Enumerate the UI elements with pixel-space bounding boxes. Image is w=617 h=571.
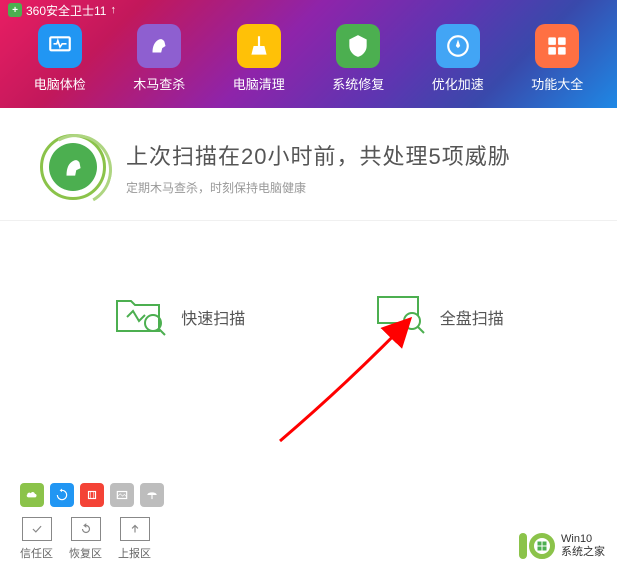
nav-label: 功能大全	[531, 74, 583, 93]
scan-label: 快速扫描	[181, 305, 245, 329]
watermark: Win10 系统之家	[519, 533, 605, 559]
report-zone-button[interactable]: 上报区	[118, 517, 151, 561]
watermark-line2: 系统之家	[561, 546, 605, 559]
nav-optimize[interactable]: 优化加速	[424, 24, 492, 93]
zone-row: 信任区 恢复区 上报区	[20, 517, 164, 561]
nav-label: 电脑清理	[233, 74, 285, 93]
nav-label: 电脑体检	[34, 74, 86, 93]
status-text-block: 上次扫描在20小时前，共处理5项威胁 定期木马查杀，时刻保持电脑健康	[126, 139, 597, 196]
status-title: 上次扫描在20小时前，共处理5项威胁	[126, 139, 597, 171]
nav-label: 木马查杀	[133, 74, 185, 93]
status-panel: 上次扫描在20小时前，共处理5项威胁 定期木马查杀，时刻保持电脑健康	[0, 108, 617, 221]
umbrella-icon[interactable]	[140, 483, 164, 507]
check-box-icon	[22, 517, 52, 541]
monitor-scan-icon	[372, 291, 428, 342]
watermark-line1: Win10	[561, 533, 605, 546]
restore-box-icon	[71, 517, 101, 541]
bottom-bar: 信任区 恢复区 上报区	[20, 483, 164, 561]
refresh-icon[interactable]	[50, 483, 74, 507]
nav-label: 优化加速	[432, 74, 484, 93]
full-scan-button[interactable]: 全盘扫描	[372, 291, 504, 342]
nav-tabs: 电脑体检 木马查杀 电脑清理 系统修复 优化加速	[0, 20, 617, 93]
monitor-icon	[38, 24, 82, 68]
header: + 360安全卫士11 ↑ 电脑体检 木马查杀 电脑清理 系统修复	[0, 0, 617, 108]
folder-scan-icon	[113, 291, 169, 342]
compress-icon[interactable]	[80, 483, 104, 507]
trust-zone-button[interactable]: 信任区	[20, 517, 53, 561]
restore-zone-button[interactable]: 恢复区	[69, 517, 102, 561]
app-logo-icon: +	[8, 3, 22, 17]
cloud-icon[interactable]	[20, 483, 44, 507]
grid-icon	[535, 24, 579, 68]
nav-cleanup[interactable]: 电脑清理	[225, 24, 293, 93]
title-bar: + 360安全卫士11 ↑	[0, 0, 617, 20]
scan-area: 快速扫描 全盘扫描	[0, 221, 617, 372]
status-circle-icon	[40, 134, 106, 200]
upgrade-arrow-icon[interactable]: ↑	[110, 4, 116, 16]
status-subtitle: 定期木马查杀，时刻保持电脑健康	[126, 179, 597, 196]
zone-label: 信任区	[20, 545, 53, 561]
quick-scan-button[interactable]: 快速扫描	[113, 291, 245, 342]
upload-box-icon	[120, 517, 150, 541]
app-title: 360安全卫士11	[26, 2, 106, 19]
nav-system-repair[interactable]: 系统修复	[324, 24, 392, 93]
watermark-logo-icon	[519, 533, 555, 559]
nav-all-tools[interactable]: 功能大全	[523, 24, 591, 93]
horse-icon	[137, 24, 181, 68]
status-icon-row	[20, 483, 164, 507]
nav-health-check[interactable]: 电脑体检	[26, 24, 94, 93]
shield-icon	[336, 24, 380, 68]
rocket-icon	[436, 24, 480, 68]
nav-trojan-scan[interactable]: 木马查杀	[125, 24, 193, 93]
nav-label: 系统修复	[332, 74, 384, 93]
image-icon[interactable]	[110, 483, 134, 507]
zone-label: 恢复区	[69, 545, 102, 561]
broom-icon	[237, 24, 281, 68]
scan-label: 全盘扫描	[440, 305, 504, 329]
zone-label: 上报区	[118, 545, 151, 561]
